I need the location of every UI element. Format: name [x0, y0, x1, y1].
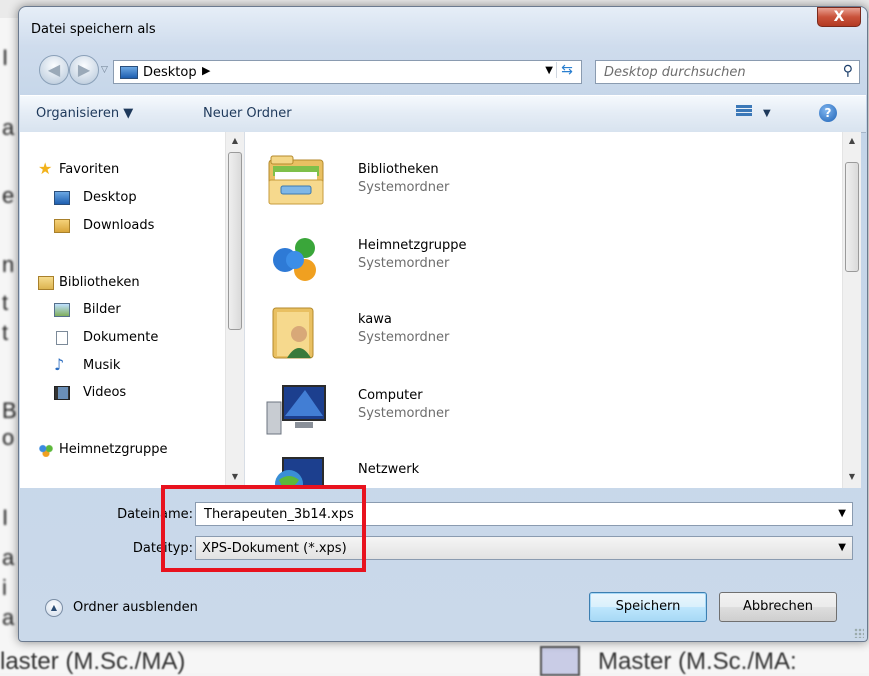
file-name: Bibliotheken — [358, 162, 439, 177]
bg-text-fragment: n — [2, 252, 15, 277]
cancel-button[interactable]: Abbrechen — [719, 592, 837, 622]
view-options-icon[interactable] — [736, 104, 752, 120]
navigation-pane: ★ Favoriten Desktop Downloads Bibliothek… — [20, 132, 245, 488]
nav-item-label: Bilder — [83, 302, 121, 317]
file-type: Systemordner — [358, 330, 450, 345]
libraries-icon — [268, 155, 324, 205]
search-input[interactable]: Desktop durchsuchen — [604, 65, 746, 80]
bg-text-fragment: I — [2, 45, 9, 70]
file-list-scrollbar[interactable]: ▲ ▼ — [842, 132, 861, 488]
recent-locations-dropdown[interactable]: ▽ — [101, 65, 108, 75]
nav-homegroup-label: Heimnetzgruppe — [59, 442, 168, 457]
organize-button[interactable]: Organisieren ▼ — [36, 106, 133, 121]
address-bar[interactable]: Desktop ▶ ▼ ⇆ — [113, 60, 582, 84]
bg-text-fragment: a — [2, 545, 15, 570]
dialog-title: Datei speichern als — [31, 22, 156, 37]
address-location[interactable]: Desktop — [143, 65, 197, 80]
list-item[interactable]: Bibliotheken Systemordner — [265, 154, 665, 214]
forward-arrow-icon: ▶ — [77, 60, 91, 79]
breadcrumb-chevron-icon[interactable]: ▶ — [202, 64, 210, 77]
hide-folders-label[interactable]: Ordner ausblenden — [73, 600, 198, 615]
desktop-icon — [54, 191, 70, 205]
nav-libraries-label: Bibliotheken — [59, 275, 140, 290]
file-type: Systemordner — [358, 406, 450, 421]
save-button[interactable]: Speichern — [589, 592, 707, 622]
nav-scroll-thumb[interactable] — [228, 152, 242, 330]
search-icon[interactable]: ⚲ — [843, 63, 853, 79]
nav-item-label: Dokumente — [83, 330, 159, 345]
star-icon: ★ — [38, 159, 53, 178]
resize-grip-icon[interactable] — [854, 628, 864, 638]
file-type: Systemordner — [358, 256, 450, 271]
back-button[interactable]: ◀ — [39, 55, 69, 85]
file-type: Systemordner — [358, 180, 450, 195]
nav-favorites-label: Favoriten — [59, 162, 120, 177]
chevron-up-icon[interactable]: ▲ — [45, 599, 63, 617]
bg-bottom-text-left: laster (M.Sc./MA) — [0, 648, 186, 675]
downloads-folder-icon — [54, 219, 70, 233]
desktop-icon — [120, 66, 138, 79]
bg-text-fragment: o — [2, 425, 15, 450]
nav-item-label: Desktop — [83, 190, 137, 205]
bg-text-fragment: a — [2, 605, 15, 630]
homegroup-icon — [273, 238, 316, 281]
scroll-down-icon[interactable]: ▼ — [227, 472, 243, 481]
save-as-dialog: Datei speichern als X ◀ ▶ ▽ Desktop ▶ ▼ … — [18, 6, 868, 642]
nav-item-label: Videos — [83, 385, 127, 400]
refresh-icon[interactable]: ⇆ — [556, 62, 577, 78]
network-icon — [275, 457, 324, 488]
highlight-annotation-box — [161, 485, 366, 572]
bg-text-fragment: e — [2, 183, 15, 208]
nav-scrollbar[interactable]: ▲ ▼ — [225, 132, 244, 488]
filetype-dropdown-icon[interactable]: ▼ — [838, 542, 846, 553]
bg-checkbox — [540, 646, 580, 676]
help-icon[interactable]: ? — [819, 104, 837, 122]
list-item[interactable]: kawa Systemordner — [265, 304, 665, 364]
videos-icon — [54, 386, 70, 400]
list-item[interactable]: Computer Systemordner — [265, 380, 665, 440]
bg-text-fragment: B — [2, 398, 17, 423]
bg-text-fragment: i — [2, 575, 7, 600]
file-name: kawa — [358, 312, 392, 327]
list-item[interactable]: Heimnetzgruppe Systemordner — [265, 230, 665, 290]
file-name: Computer — [358, 388, 423, 403]
scroll-down-icon[interactable]: ▼ — [844, 472, 860, 481]
list-item[interactable]: Netzwerk — [265, 454, 665, 488]
computer-icon — [266, 385, 326, 435]
nav-item-label: Musik — [83, 358, 121, 373]
command-bar: Organisieren ▼ Neuer Ordner ▼ ? — [20, 95, 866, 133]
back-arrow-icon: ◀ — [47, 60, 61, 79]
bg-text-fragment: a — [2, 115, 15, 140]
close-button[interactable]: X — [817, 7, 861, 27]
nav-item-label: Downloads — [83, 218, 155, 233]
address-dropdown-icon[interactable]: ▼ — [545, 65, 553, 76]
libraries-icon — [38, 276, 54, 290]
documents-icon — [56, 331, 68, 345]
view-options-dropdown[interactable]: ▼ — [763, 108, 771, 119]
bg-text-fragment: I — [2, 505, 9, 530]
file-list-scroll-thumb[interactable] — [845, 162, 859, 272]
homegroup-icon — [38, 443, 54, 457]
title-bar[interactable]: Datei speichern als X — [19, 7, 867, 51]
music-icon: ♪ — [54, 355, 65, 374]
pictures-icon — [54, 303, 70, 317]
filename-dropdown-icon[interactable]: ▼ — [838, 508, 846, 519]
file-name: Netzwerk — [358, 462, 420, 477]
search-box[interactable]: Desktop durchsuchen ⚲ — [595, 60, 860, 84]
bg-text-fragment: t — [2, 290, 9, 315]
new-folder-button[interactable]: Neuer Ordner — [203, 106, 292, 121]
bg-text-fragment: t — [2, 320, 9, 345]
file-list: Bibliotheken Systemordner Heimnetzgruppe… — [245, 132, 842, 488]
scroll-up-icon[interactable]: ▲ — [844, 136, 860, 145]
user-folder-icon — [272, 307, 314, 359]
file-name: Heimnetzgruppe — [358, 238, 467, 253]
forward-button[interactable]: ▶ — [69, 55, 99, 85]
scroll-up-icon[interactable]: ▲ — [227, 136, 243, 145]
bg-bottom-text-right: Master (M.Sc./MA: — [598, 648, 797, 675]
